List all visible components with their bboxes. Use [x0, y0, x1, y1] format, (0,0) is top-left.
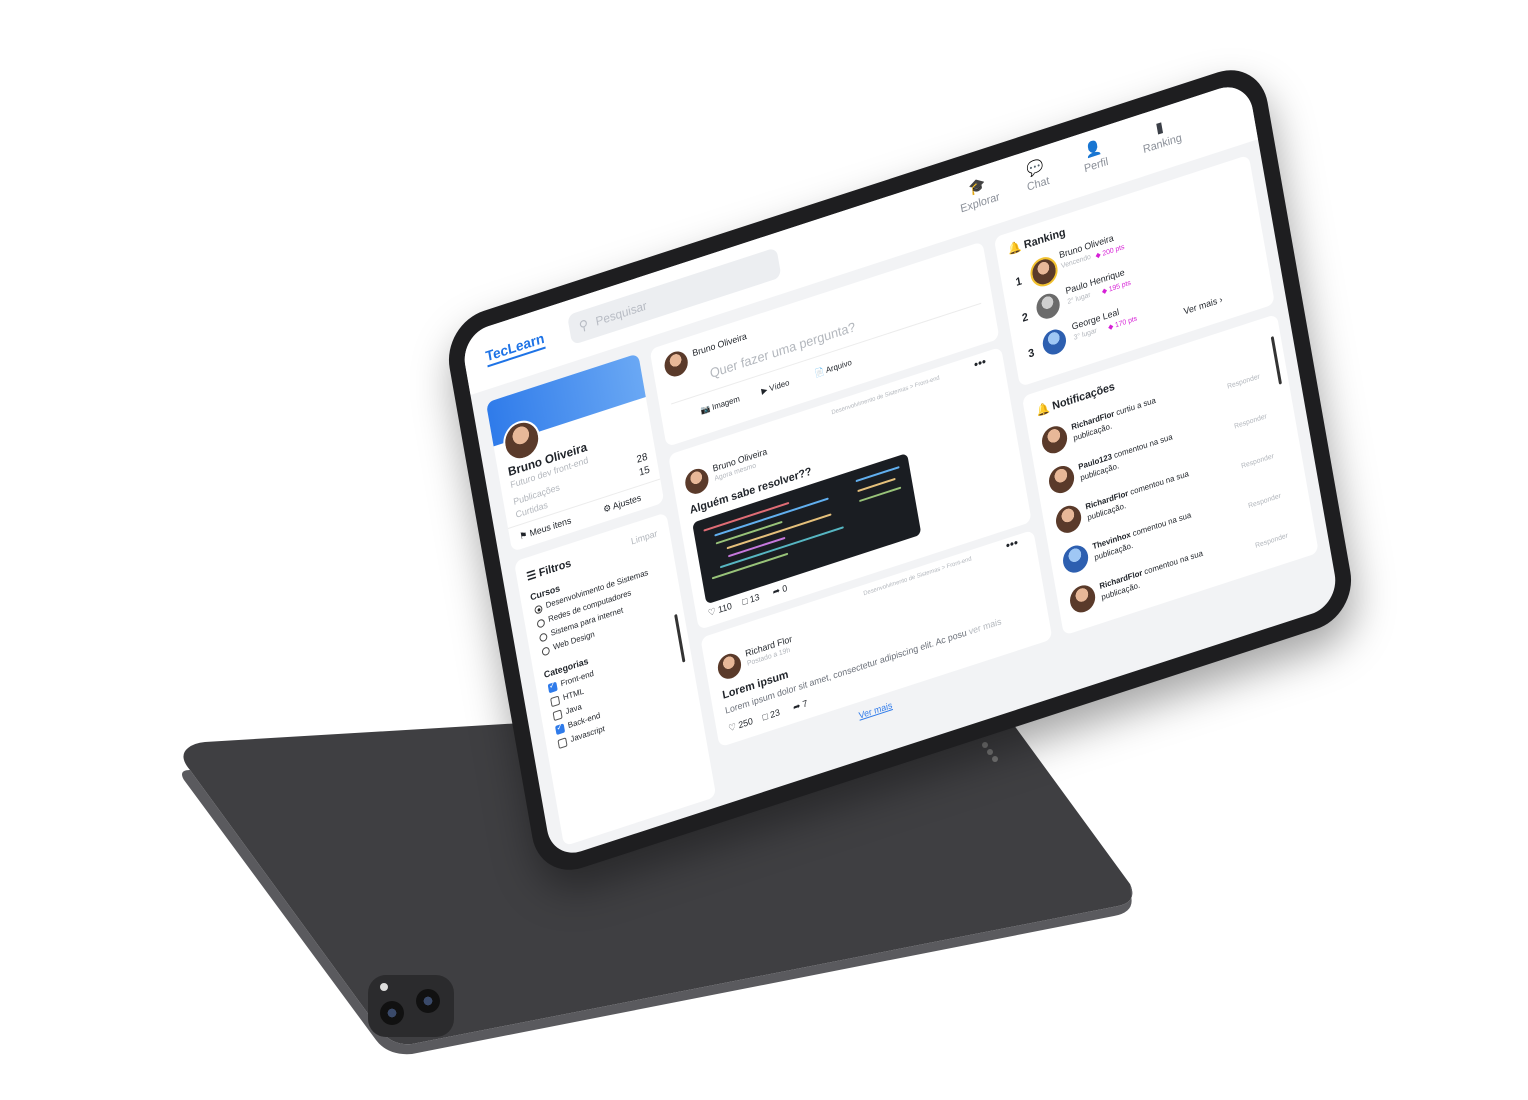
back-camera-module — [368, 975, 454, 1037]
reply-button[interactable]: Responder — [1227, 373, 1261, 391]
rank-position: 2 — [1021, 310, 1030, 325]
chevron-right-icon: › — [1216, 294, 1224, 306]
avatar — [1053, 502, 1084, 537]
share-button[interactable]: ➦ 0 — [772, 583, 788, 599]
reply-button[interactable]: Responder — [1241, 453, 1275, 471]
rank-position: 3 — [1027, 346, 1036, 361]
search-placeholder: Pesquisar — [594, 298, 648, 329]
avatar — [1046, 462, 1077, 497]
comment-button[interactable]: □ 13 — [741, 592, 760, 607]
feed-see-more-link[interactable]: Ver mais — [858, 700, 893, 721]
nav-explorar[interactable]: 🎓 Explorar — [956, 172, 1001, 216]
category-checkbox[interactable] — [547, 681, 558, 694]
avatar — [683, 465, 711, 497]
course-radio[interactable] — [541, 646, 551, 657]
logo[interactable]: TecLearn — [484, 329, 546, 368]
reply-button[interactable]: Responder — [1248, 493, 1282, 511]
comment-button[interactable]: □ 23 — [762, 707, 781, 722]
scrollbar[interactable] — [674, 613, 686, 663]
reply-button[interactable]: Responder — [1255, 532, 1289, 550]
like-button[interactable]: ♡ 110 — [707, 601, 733, 620]
share-button[interactable]: ➦ 7 — [792, 698, 808, 714]
avatar — [1034, 290, 1062, 322]
scrollbar[interactable] — [1270, 336, 1282, 385]
clear-filters-button[interactable]: Limpar — [630, 528, 658, 546]
notification-text: Thevinhox comentou na sua — [1091, 510, 1192, 552]
my-items-button[interactable]: ⚑ Meus itens — [519, 515, 572, 543]
avatar — [715, 650, 743, 682]
bar-chart-icon: ▮ — [1154, 117, 1165, 137]
nav-chat[interactable]: 💬 Chat — [1023, 156, 1051, 194]
category-checkbox[interactable] — [552, 709, 563, 722]
category-checkbox[interactable] — [555, 723, 566, 736]
avatar — [1039, 422, 1070, 457]
like-button[interactable]: ♡ 250 — [728, 716, 754, 735]
search-icon: ⚲ — [577, 316, 590, 335]
avatar — [1060, 542, 1091, 577]
course-radio[interactable] — [533, 604, 543, 615]
category-label: Java — [564, 701, 583, 717]
reply-button[interactable]: Responder — [1234, 413, 1268, 431]
avatar — [1028, 253, 1060, 291]
device-mockup-scene: TecLearn ⚲ Pesquisar 🎓 Explorar 💬 Chat 👤… — [0, 0, 1528, 1100]
category-label: HTML — [562, 686, 585, 703]
course-radio[interactable] — [538, 632, 548, 643]
avatar — [1040, 326, 1068, 358]
more-options-icon[interactable]: ••• — [1005, 535, 1019, 553]
avatar — [1067, 581, 1098, 616]
video-button[interactable]: ▶ Vídeo — [761, 378, 790, 396]
file-button[interactable]: 📄 Arquivo — [814, 358, 853, 379]
bell-icon: 🔔 — [1035, 400, 1054, 418]
course-radio[interactable] — [536, 618, 546, 629]
nav-ranking[interactable]: ▮ Ranking — [1139, 113, 1182, 156]
notification-text: Paulo123 comentou na sua — [1077, 432, 1174, 472]
category-checkbox[interactable] — [557, 737, 568, 750]
stat-value: 15 — [638, 464, 651, 479]
avatar — [662, 348, 690, 380]
filters-card: ☰ Filtros Limpar Cursos Desenvolvimento … — [513, 512, 717, 847]
more-options-icon[interactable]: ••• — [973, 354, 987, 372]
see-more-link[interactable]: ver mais — [968, 616, 1002, 636]
image-button[interactable]: 📷 Imagem — [700, 394, 741, 416]
post-body: Lorem ipsum dolor sit amet, consectetur … — [724, 616, 1003, 716]
ranking-title: 🔔 Ranking — [1007, 226, 1067, 257]
category-checkbox[interactable] — [550, 695, 561, 708]
ranking-see-more-button[interactable]: Ver mais › — [1183, 294, 1223, 316]
rank-name: Paulo Henrique — [1064, 266, 1126, 297]
composer-user: Bruno Oliveira — [691, 330, 748, 359]
nav-perfil[interactable]: 👤 Perfil — [1080, 137, 1109, 175]
filters-title: ☰ Filtros — [525, 557, 573, 584]
stat-value: 28 — [635, 451, 649, 466]
bell-icon: 🔔 — [1007, 239, 1026, 257]
settings-label: Ajustes — [612, 492, 642, 512]
rank-position: 1 — [1014, 275, 1023, 290]
